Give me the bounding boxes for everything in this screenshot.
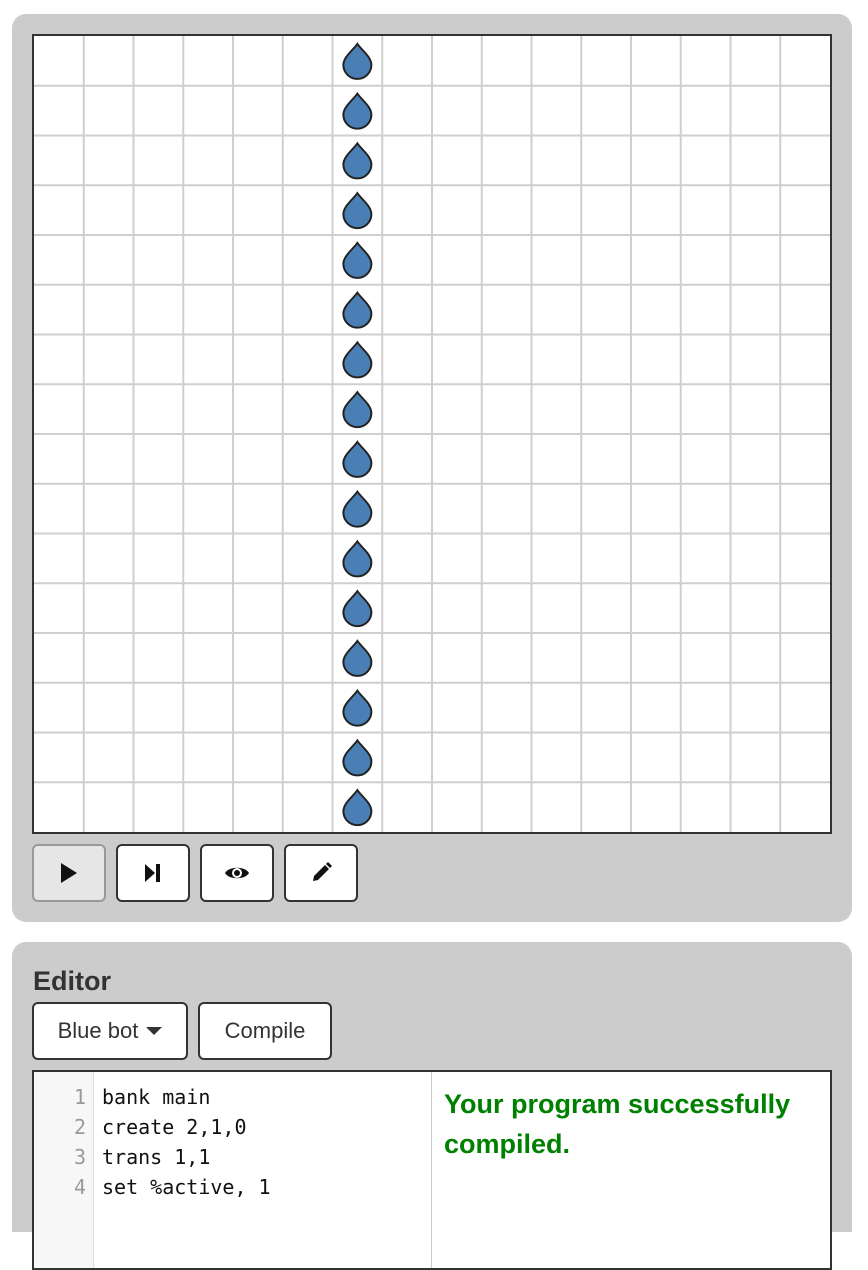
bot-select-dropdown[interactable]: Blue bot: [32, 1002, 188, 1060]
compile-button[interactable]: Compile: [198, 1002, 332, 1060]
water-drop-icon: [342, 42, 373, 80]
water-drop-icon: [342, 141, 373, 180]
line-gutter: 1 2 3 4: [34, 1072, 94, 1268]
water-drop-icon: [342, 290, 373, 329]
editor-panel: Editor Blue bot Compile 1 2 3 4 bank mai…: [12, 942, 852, 1270]
compile-status: Your program successfully compiled.: [444, 1089, 791, 1159]
code-text[interactable]: bank main create 2,1,0 trans 1,1 set %ac…: [102, 1082, 430, 1202]
step-forward-icon: [145, 864, 160, 882]
play-icon: [61, 863, 77, 883]
water-drop-icon: [342, 639, 373, 677]
playback-controls: [32, 844, 358, 902]
editor-title: Editor: [33, 966, 111, 996]
water-drop-icon: [342, 91, 373, 130]
line-numbers: 1 2 3 4: [73, 1085, 86, 1199]
board-grid: [34, 36, 830, 832]
eye-icon: [225, 867, 249, 879]
water-drop-icon: [342, 539, 373, 578]
code-editor[interactable]: 1 2 3 4 bank main create 2,1,0 trans 1,1…: [32, 1070, 832, 1270]
water-drop-icon: [342, 738, 373, 777]
caret-down-icon: [146, 1027, 163, 1035]
water-drop-icon: [342, 390, 373, 429]
water-drop-icon: [342, 191, 373, 230]
water-drop-icon: [342, 788, 373, 827]
water-drop-icon: [342, 589, 373, 628]
water-drop-icon: [342, 440, 373, 478]
view-button[interactable]: [200, 844, 274, 902]
editor-divider: [431, 1072, 432, 1268]
bot-select-label: Blue bot: [57, 1018, 139, 1043]
play-button[interactable]: [32, 844, 106, 902]
pencil-icon: [313, 862, 332, 881]
step-button[interactable]: [116, 844, 190, 902]
editor-toolbar: Blue bot Compile: [32, 1002, 332, 1060]
water-drop-icon: [342, 340, 373, 379]
water-drop-icon: [342, 489, 373, 528]
board-panel: [12, 14, 852, 922]
game-board[interactable]: [32, 34, 832, 834]
edit-button[interactable]: [284, 844, 358, 902]
water-drop-icon: [342, 241, 373, 279]
water-drop-icon: [342, 688, 373, 727]
